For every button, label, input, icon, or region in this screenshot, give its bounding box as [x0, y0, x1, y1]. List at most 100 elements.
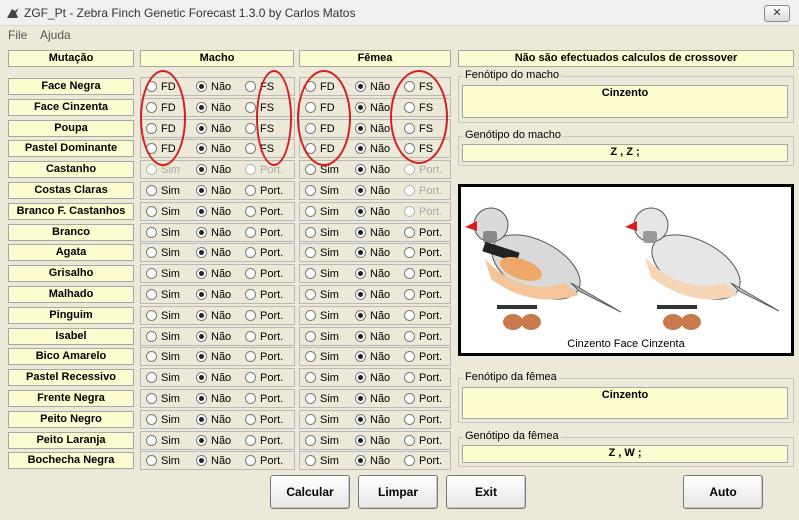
radio-button-icon[interactable] — [305, 455, 316, 466]
radio-button-icon[interactable] — [404, 164, 415, 175]
radio-button-icon[interactable] — [404, 185, 415, 196]
radio-button-icon[interactable] — [245, 102, 256, 113]
radio-button-icon[interactable] — [355, 310, 366, 321]
male-option[interactable]: Sim — [146, 330, 180, 344]
radio-button-icon[interactable] — [245, 455, 256, 466]
radio-button-icon[interactable] — [355, 227, 366, 238]
female-option[interactable]: Não — [355, 184, 390, 198]
male-option[interactable]: Port. — [245, 163, 283, 177]
female-option[interactable]: Port. — [404, 413, 442, 427]
female-option[interactable]: Sim — [305, 226, 339, 240]
radio-button-icon[interactable] — [146, 372, 157, 383]
female-option[interactable]: Port. — [404, 288, 442, 302]
male-option[interactable]: Não — [196, 184, 231, 198]
female-option[interactable]: Não — [355, 309, 390, 323]
radio-button-icon[interactable] — [146, 331, 157, 342]
female-option[interactable]: Sim — [305, 246, 339, 260]
female-option[interactable]: Sim — [305, 371, 339, 385]
female-option[interactable]: Não — [355, 371, 390, 385]
radio-button-icon[interactable] — [245, 351, 256, 362]
radio-button-icon[interactable] — [196, 227, 207, 238]
female-option[interactable]: Sim — [305, 309, 339, 323]
male-option[interactable]: Port. — [245, 184, 283, 198]
female-option[interactable]: Port. — [404, 350, 442, 364]
radio-button-icon[interactable] — [245, 393, 256, 404]
radio-button-icon[interactable] — [146, 81, 157, 92]
male-option[interactable]: Port. — [245, 392, 283, 406]
male-option[interactable]: Sim — [146, 350, 180, 364]
female-option[interactable]: Port. — [404, 454, 442, 468]
radio-button-icon[interactable] — [146, 102, 157, 113]
female-option[interactable]: Port. — [404, 184, 442, 198]
radio-button-icon[interactable] — [404, 268, 415, 279]
male-option[interactable]: Port. — [245, 246, 283, 260]
radio-button-icon[interactable] — [305, 414, 316, 425]
female-option[interactable]: Sim — [305, 330, 339, 344]
radio-button-icon[interactable] — [305, 81, 316, 92]
radio-button-icon[interactable] — [355, 143, 366, 154]
male-option[interactable]: FS — [245, 122, 274, 136]
female-option[interactable]: Port. — [404, 330, 442, 344]
radio-button-icon[interactable] — [245, 289, 256, 300]
radio-button-icon[interactable] — [196, 310, 207, 321]
clear-button[interactable]: Limpar — [358, 475, 438, 509]
male-option[interactable]: Não — [196, 454, 231, 468]
radio-button-icon[interactable] — [196, 164, 207, 175]
radio-button-icon[interactable] — [196, 102, 207, 113]
male-option[interactable]: Sim — [146, 413, 180, 427]
male-option[interactable]: Não — [196, 246, 231, 260]
male-option[interactable]: FD — [146, 80, 176, 94]
radio-button-icon[interactable] — [404, 102, 415, 113]
radio-button-icon[interactable] — [305, 268, 316, 279]
female-option[interactable]: Não — [355, 226, 390, 240]
female-option[interactable]: Sim — [305, 184, 339, 198]
female-option[interactable]: Não — [355, 350, 390, 364]
male-option[interactable]: Port. — [245, 434, 283, 448]
male-option[interactable]: Não — [196, 101, 231, 115]
female-option[interactable]: Sim — [305, 288, 339, 302]
radio-button-icon[interactable] — [196, 289, 207, 300]
radio-button-icon[interactable] — [355, 185, 366, 196]
radio-button-icon[interactable] — [146, 268, 157, 279]
radio-button-icon[interactable] — [146, 206, 157, 217]
female-option[interactable]: Não — [355, 142, 390, 156]
female-option[interactable]: Não — [355, 288, 390, 302]
radio-button-icon[interactable] — [355, 414, 366, 425]
radio-button-icon[interactable] — [305, 289, 316, 300]
radio-button-icon[interactable] — [196, 455, 207, 466]
male-option[interactable]: Sim — [146, 309, 180, 323]
radio-button-icon[interactable] — [146, 435, 157, 446]
radio-button-icon[interactable] — [355, 247, 366, 258]
female-option[interactable]: Port. — [404, 267, 442, 281]
female-option[interactable]: Port. — [404, 246, 442, 260]
female-option[interactable]: Sim — [305, 434, 339, 448]
male-option[interactable]: Não — [196, 205, 231, 219]
radio-button-icon[interactable] — [245, 414, 256, 425]
female-option[interactable]: Não — [355, 101, 390, 115]
menu-ajuda[interactable]: Ajuda — [40, 28, 71, 42]
female-option[interactable]: Port. — [404, 163, 442, 177]
radio-button-icon[interactable] — [196, 206, 207, 217]
radio-button-icon[interactable] — [196, 81, 207, 92]
male-option[interactable]: FS — [245, 142, 274, 156]
male-option[interactable]: Sim — [146, 163, 180, 177]
male-option[interactable]: Port. — [245, 371, 283, 385]
male-option[interactable]: Port. — [245, 454, 283, 468]
radio-button-icon[interactable] — [305, 102, 316, 113]
male-option[interactable]: FD — [146, 101, 176, 115]
male-option[interactable]: Sim — [146, 371, 180, 385]
female-option[interactable]: Não — [355, 413, 390, 427]
male-option[interactable]: Não — [196, 392, 231, 406]
male-option[interactable]: Não — [196, 371, 231, 385]
radio-button-icon[interactable] — [355, 81, 366, 92]
calculate-button[interactable]: Calcular — [270, 475, 350, 509]
female-option[interactable]: Não — [355, 163, 390, 177]
radio-button-icon[interactable] — [355, 123, 366, 134]
radio-button-icon[interactable] — [146, 289, 157, 300]
radio-button-icon[interactable] — [245, 372, 256, 383]
radio-button-icon[interactable] — [146, 351, 157, 362]
radio-button-icon[interactable] — [245, 268, 256, 279]
female-option[interactable]: FS — [404, 101, 433, 115]
radio-button-icon[interactable] — [404, 393, 415, 404]
male-option[interactable]: Sim — [146, 226, 180, 240]
